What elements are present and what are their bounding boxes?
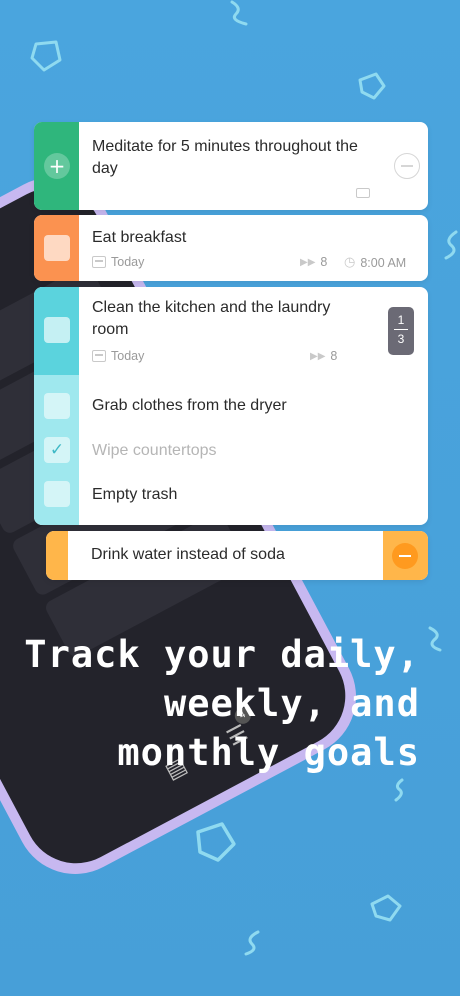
headline-line-2: weekly, and — [163, 682, 420, 725]
minus-icon[interactable] — [392, 543, 418, 569]
minus-icon[interactable] — [394, 153, 420, 179]
daily-streak-count: 8 — [320, 255, 328, 269]
daily-checkbox[interactable] — [44, 235, 70, 261]
habit-card[interactable]: + Meditate for 5 minutes throughout the … — [34, 122, 428, 210]
habit-title: Meditate for 5 minutes throughout the da… — [92, 138, 358, 177]
squiggle-decoration-icon — [444, 230, 458, 260]
headline-line-1: Track your daily, — [24, 633, 420, 676]
todo-title: Clean the kitchen and the laundry room — [92, 299, 331, 338]
todo-date: Today — [111, 349, 145, 363]
subtask-label: Grab clothes from the dryer — [92, 397, 287, 414]
daily-time: 8:00 AM — [360, 255, 407, 270]
squiggle-decoration-icon — [428, 626, 442, 652]
squiggle-decoration-icon — [244, 930, 260, 956]
daily-card[interactable]: Eat breakfast Today ▶▶ 8 ◷ 8:00 AM — [34, 215, 428, 281]
subtask-checkbox-checked[interactable]: ✓ — [44, 437, 70, 463]
alarm-icon: ◷ — [344, 255, 356, 270]
pentagon-decoration-icon — [358, 72, 386, 100]
calendar-icon — [92, 350, 106, 362]
daily-streak: ▶▶ 8 — [300, 255, 327, 269]
checklist-progress-badge[interactable]: 1 3 — [388, 307, 414, 355]
subtask-checkbox[interactable] — [44, 393, 70, 419]
streak-icon: ▶▶ — [310, 350, 326, 362]
pentagon-decoration-icon — [370, 894, 402, 922]
sign-icon — [356, 188, 370, 198]
daily-title: Eat breakfast — [92, 229, 187, 246]
subtask-checkbox[interactable] — [44, 481, 70, 507]
todo-streak: ▶▶ 8 — [310, 349, 337, 363]
daily-reminder: ◷ 8:00 AM — [344, 255, 406, 270]
todo-card[interactable]: Clean the kitchen and the laundry room T… — [34, 287, 428, 525]
bad-habit-card[interactable]: Drink water instead of soda — [46, 531, 428, 580]
subtask-label: Wipe countertops — [92, 442, 217, 459]
daily-date: Today — [111, 255, 145, 269]
todo-due: Today — [92, 349, 144, 363]
pentagon-decoration-icon — [30, 40, 62, 72]
daily-due: Today — [92, 255, 144, 269]
streak-icon: ▶▶ — [300, 256, 316, 268]
pentagon-decoration-icon — [196, 822, 236, 862]
headline-line-3: monthly goals — [117, 731, 420, 774]
progress-numerator: 1 — [397, 313, 405, 327]
squiggle-decoration-icon — [394, 778, 404, 802]
todo-checkbox[interactable] — [44, 317, 70, 343]
headline: Track your daily, weekly, and monthly go… — [24, 630, 420, 777]
calendar-icon — [92, 256, 106, 268]
plus-icon[interactable]: + — [44, 153, 70, 179]
subtask-label: Empty trash — [92, 486, 178, 503]
progress-denominator: 3 — [397, 332, 405, 346]
todo-streak-count: 8 — [330, 349, 338, 363]
squiggle-decoration-icon — [230, 0, 248, 26]
bad-habit-title: Drink water instead of soda — [91, 546, 285, 563]
bad-habit-left-strip — [46, 531, 68, 580]
